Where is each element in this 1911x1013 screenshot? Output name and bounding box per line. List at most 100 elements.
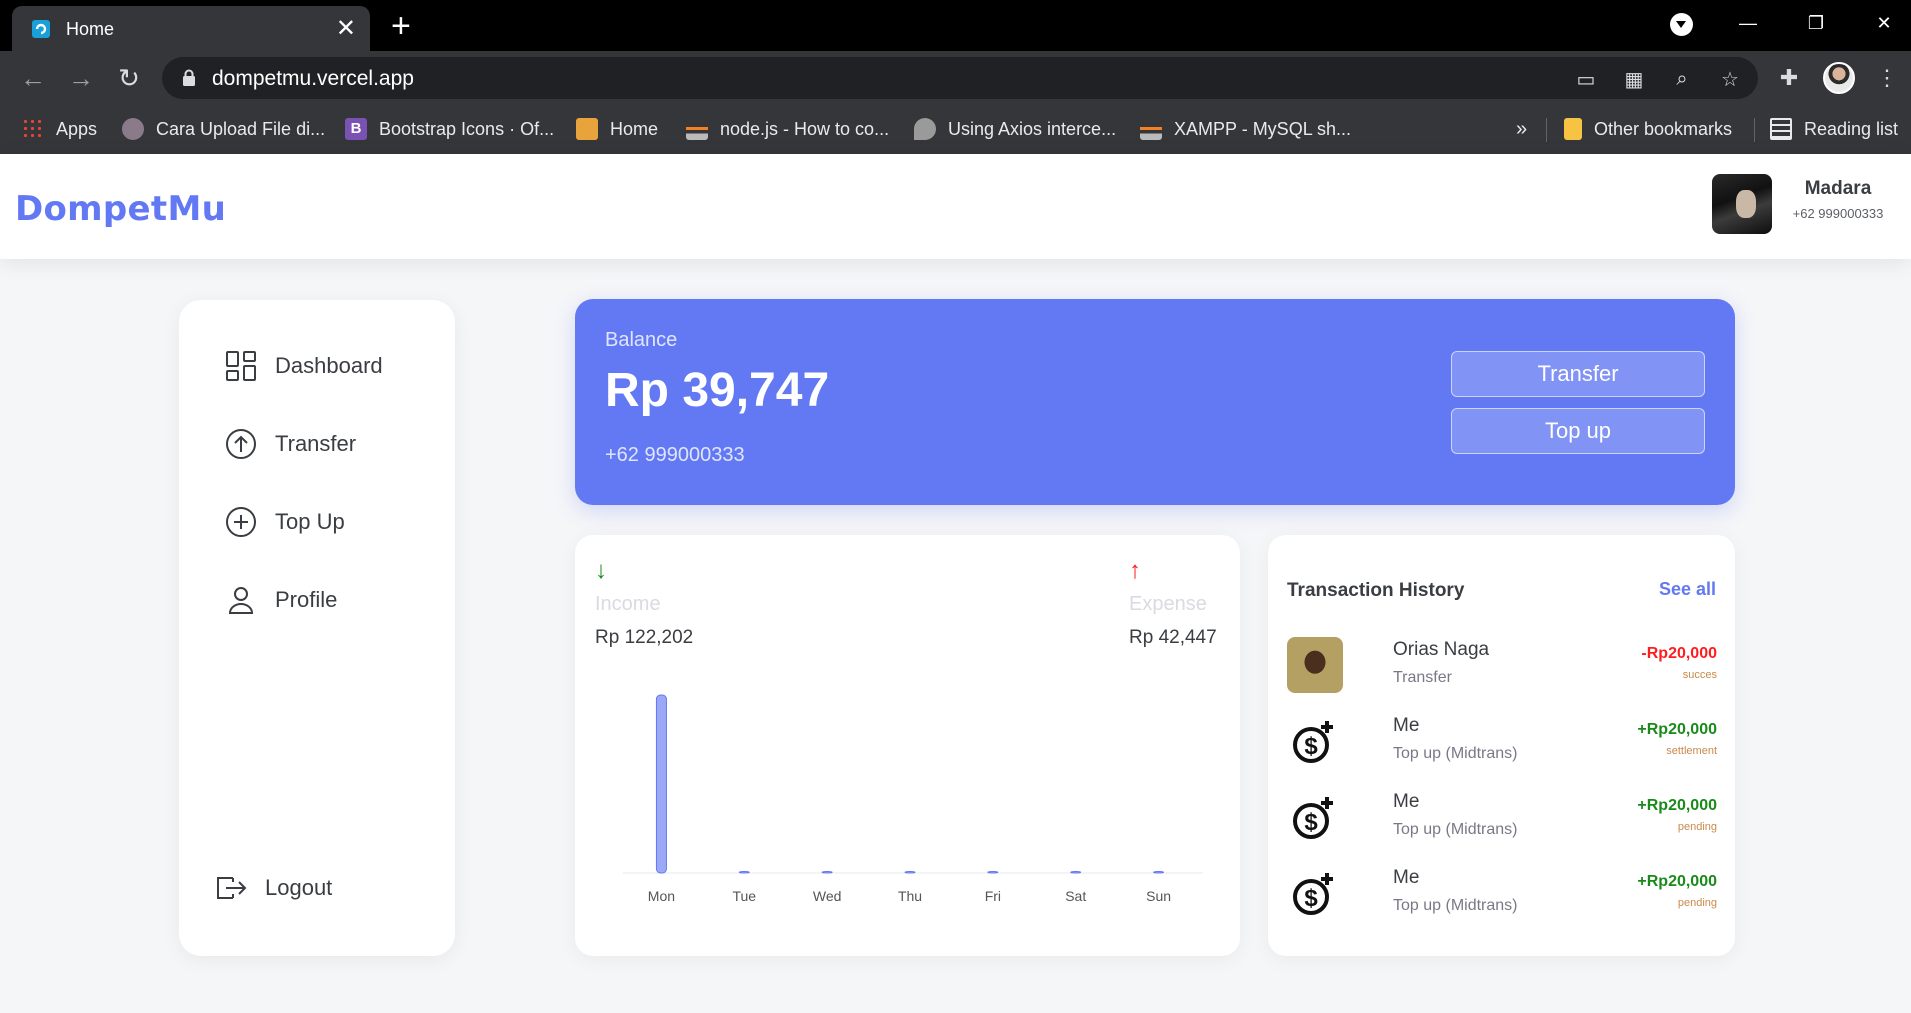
browser-tab[interactable]: Home ✕ (12, 6, 370, 51)
bookmark-star-icon[interactable]: ☆ (1716, 65, 1744, 93)
stackoverflow-icon (686, 118, 708, 140)
user-avatar[interactable] (1712, 174, 1772, 234)
income-label: Income (595, 593, 661, 615)
transaction-item[interactable]: $ Me Top up (Midtrans) +Rp20,000 pending (1287, 787, 1717, 847)
transaction-type: Top up (Midtrans) (1393, 821, 1518, 838)
tab-search-icon[interactable] (1670, 13, 1693, 36)
app-root: DompetMu Madara +62 999000333 Dashboard … (0, 154, 1911, 1013)
dollar-plus-icon: $ (1293, 797, 1333, 839)
folder-icon (1564, 118, 1582, 140)
forward-icon[interactable]: → (64, 61, 98, 95)
bookmark-label: Bootstrap Icons · Of... (379, 118, 555, 139)
transaction-type: Top up (Midtrans) (1393, 897, 1518, 914)
reading-list[interactable]: Reading list (1770, 114, 1898, 144)
avatar-favicon-icon (122, 118, 144, 140)
transaction-history-card: Transaction History See all Orias Naga T… (1268, 535, 1735, 956)
logout-label: Logout (265, 875, 333, 900)
brand-logo[interactable]: DompetMu (15, 189, 226, 229)
dollar-plus-icon: $ (1293, 721, 1333, 763)
bookmark-separator (1546, 118, 1547, 142)
transaction-amount: -Rp20,000 (1641, 645, 1717, 662)
arrow-up-circle-icon (226, 429, 256, 459)
chart-bar-fri[interactable] (987, 871, 999, 874)
bookmark-apps[interactable]: Apps (22, 114, 97, 144)
chart-tick-label: Sat (1065, 888, 1086, 904)
restore-icon[interactable]: ❐ (1788, 0, 1844, 46)
back-icon[interactable]: ← (16, 61, 50, 95)
chart-bar-sun[interactable] (1153, 871, 1165, 874)
sidebar-item-label: Profile (275, 587, 338, 612)
bootstrap-icon: B (345, 118, 367, 140)
income-value: Rp 122,202 (595, 627, 694, 648)
transaction-status: succes (1682, 669, 1717, 681)
other-bookmarks[interactable]: Other bookmarks (1564, 114, 1732, 144)
transaction-item[interactable]: Orias Naga Transfer -Rp20,000 succes (1287, 635, 1717, 695)
avatar-face (1736, 190, 1756, 218)
chart-bar-sat[interactable] (1070, 871, 1082, 874)
bookmark-axios[interactable]: Using Axios interce... (914, 114, 1116, 144)
sidebar-item-transfer[interactable]: Transfer (225, 426, 356, 462)
address-bar[interactable]: dompetmu.vercel.app ▭ ▦ ⌕ ☆ (162, 57, 1758, 99)
bookmark-bootstrap-icons[interactable]: B Bootstrap Icons · Of... (345, 114, 554, 144)
transaction-amount: +Rp20,000 (1637, 873, 1717, 890)
sidebar-item-top-up[interactable]: Top Up (225, 504, 345, 540)
extensions-icon[interactable]: ✚ (1772, 61, 1806, 95)
zoom-icon[interactable]: ⌕ (1668, 65, 1696, 93)
see-all-link[interactable]: See all (1659, 579, 1716, 600)
transaction-item[interactable]: $ Me Top up (Midtrans) +Rp20,000 pending (1287, 863, 1717, 923)
transfer-button[interactable]: Transfer (1451, 351, 1705, 397)
logout-button[interactable]: Logout (215, 870, 332, 906)
sidebar-item-profile[interactable]: Profile (225, 582, 337, 618)
chart-tick-label: Thu (898, 888, 922, 904)
bookmark-cara-upload[interactable]: Cara Upload File di... (122, 114, 325, 144)
sidebar: Dashboard Transfer Top Up Profile Logout (179, 300, 455, 956)
expense-label: Expense (1129, 593, 1207, 615)
bookmark-label: XAMPP - MySQL sh... (1174, 118, 1352, 139)
chart-tick-label: Sun (1146, 888, 1171, 904)
close-tab-icon[interactable]: ✕ (336, 14, 356, 44)
chart-bar-tue[interactable] (738, 871, 750, 874)
bookmark-label: Using Axios interce... (948, 118, 1117, 139)
balance-label: Balance (605, 329, 678, 351)
svg-text:$: $ (1304, 733, 1318, 760)
chart-bar-thu[interactable] (904, 871, 916, 874)
stackoverflow-icon (1140, 118, 1162, 140)
bookmark-home[interactable]: Home (576, 114, 658, 144)
stats-card: ↓ Income Rp 122,202 ↑ Expense Rp 42,447 … (575, 535, 1240, 956)
bookmark-separator (1754, 118, 1755, 142)
balance-phone: +62 999000333 (605, 444, 745, 466)
cast-icon[interactable]: ▭ (1572, 65, 1600, 93)
menu-kebab-icon[interactable]: ⋮ (1870, 61, 1904, 95)
transaction-amount: +Rp20,000 (1637, 721, 1717, 738)
transaction-status: settlement (1666, 745, 1717, 757)
top-up-button[interactable]: Top up (1451, 408, 1705, 454)
sidebar-item-label: Transfer (275, 431, 357, 456)
reload-icon[interactable]: ↻ (112, 61, 146, 95)
user-phone: +62 999000333 (1792, 206, 1884, 221)
tab-title: Home (66, 19, 115, 39)
transaction-name: Me (1393, 715, 1420, 736)
close-window-icon[interactable]: ✕ (1856, 0, 1911, 46)
bookmark-label: Apps (56, 118, 98, 139)
sidebar-item-dashboard[interactable]: Dashboard (225, 348, 383, 384)
user-name: Madara (1804, 178, 1872, 199)
chart-bar-mon[interactable] (655, 694, 667, 874)
dollar-plus-icon: $ (1293, 873, 1333, 915)
person-icon (228, 587, 254, 614)
chart-tick-label: Mon (648, 888, 675, 904)
bookmark-label: Other bookmarks (1594, 118, 1733, 139)
bookmark-nodejs[interactable]: node.js - How to co... (686, 114, 889, 144)
bookmark-xampp[interactable]: XAMPP - MySQL sh... (1140, 114, 1351, 144)
apps-grid-icon (22, 118, 44, 140)
transaction-item[interactable]: $ Me Top up (Midtrans) +Rp20,000 settlem… (1287, 711, 1717, 771)
new-tab-icon[interactable]: + (391, 6, 411, 46)
chart-bar-wed[interactable] (821, 871, 833, 874)
minimize-icon[interactable]: — (1720, 0, 1776, 46)
bookmarks-bar: Apps Cara Upload File di... B Bootstrap … (0, 104, 1911, 154)
profile-avatar[interactable] (1823, 62, 1855, 94)
transaction-type: Transfer (1393, 669, 1452, 686)
more-bookmarks-button[interactable]: » (1516, 114, 1527, 144)
qr-code-icon[interactable]: ▦ (1620, 65, 1648, 93)
balance-value: Rp 39,747 (605, 364, 830, 417)
plus-circle-icon (226, 507, 256, 537)
